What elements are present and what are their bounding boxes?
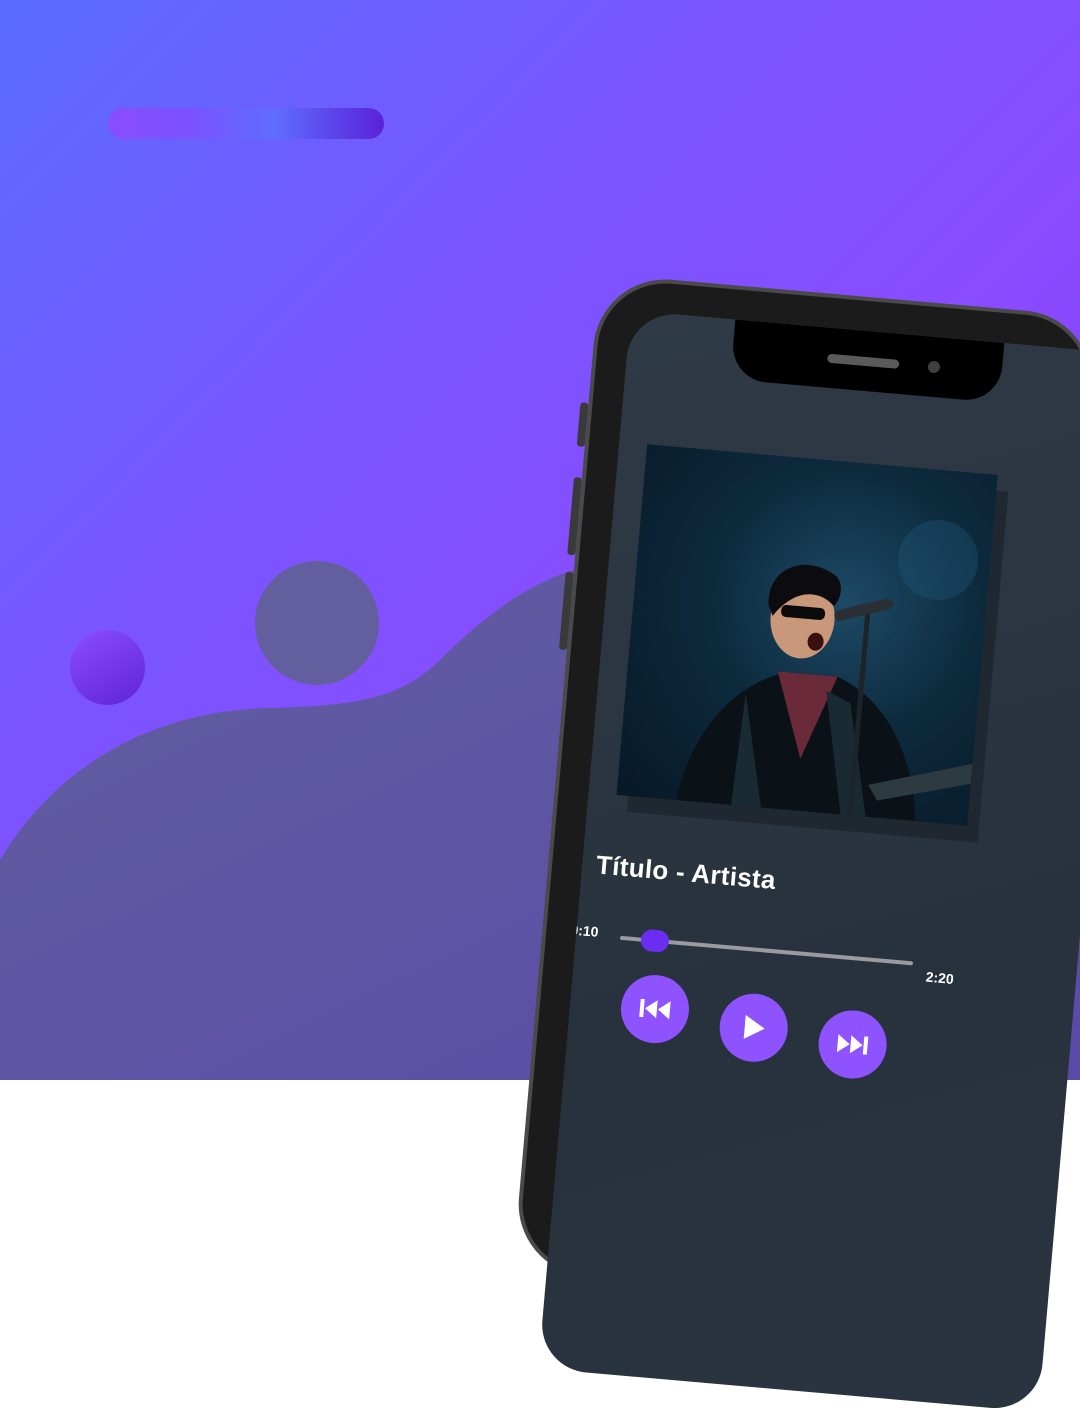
total-time: 2:20 — [925, 968, 955, 987]
progress-handle[interactable] — [639, 928, 670, 954]
album-art — [616, 444, 998, 826]
phone-frame: Título - Artista 0:10 2:20 — [512, 273, 1080, 1412]
speaker-grille — [826, 353, 900, 369]
phone-screen: Título - Artista 0:10 2:20 — [538, 310, 1080, 1412]
decorative-circle — [255, 561, 379, 685]
phone-notch — [730, 319, 1005, 403]
rewind-button[interactable] — [618, 972, 692, 1046]
decorative-circle — [70, 630, 145, 705]
track-title: Título - Artista — [595, 849, 777, 896]
progress-bar[interactable] — [619, 928, 914, 966]
front-camera — [927, 360, 941, 374]
play-icon — [743, 1015, 765, 1039]
play-button[interactable] — [716, 990, 791, 1065]
current-time: 0:10 — [569, 921, 600, 940]
phone-mockup: Título - Artista 0:10 2:20 — [473, 270, 1080, 1412]
fast-forward-icon — [836, 1034, 869, 1055]
decorative-pill — [108, 108, 384, 139]
singer-photo — [676, 520, 979, 824]
fast-forward-button[interactable] — [815, 1007, 890, 1082]
rewind-icon — [639, 998, 671, 1020]
